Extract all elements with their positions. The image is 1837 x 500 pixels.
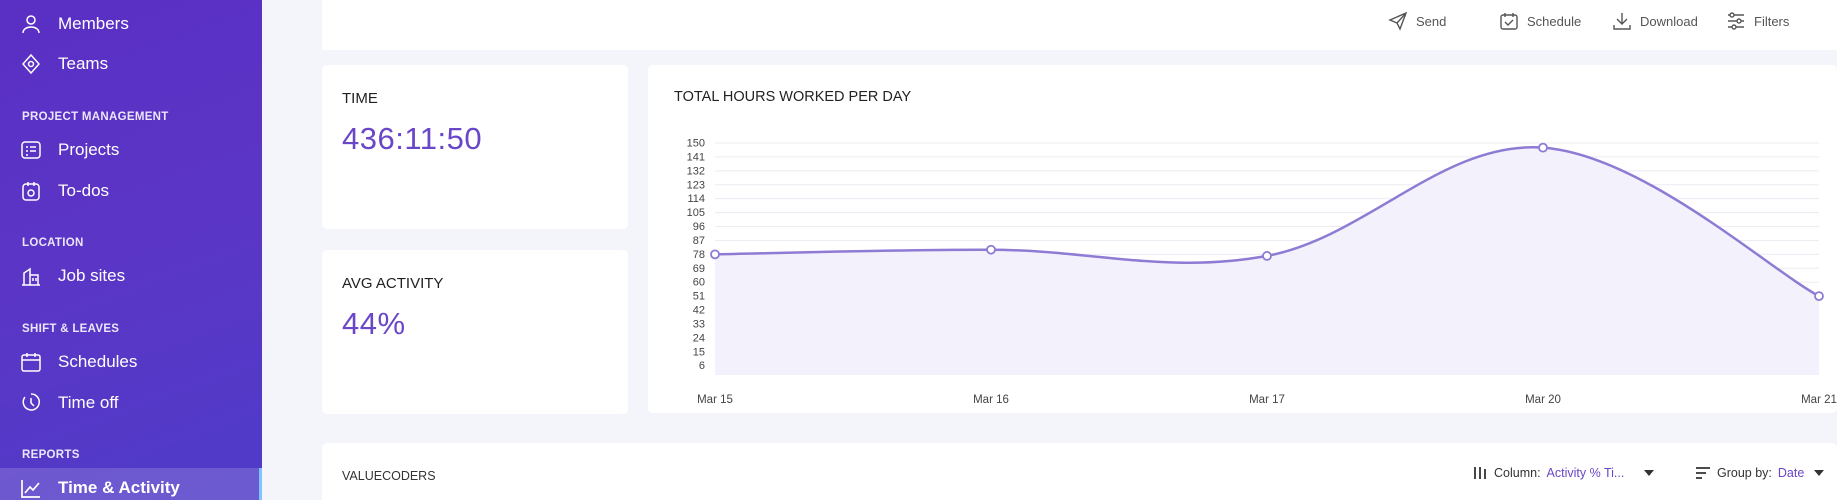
sidebar: Members Teams PROJECT MANAGEMENT Project… [0, 0, 262, 500]
line-chart-icon [20, 477, 42, 499]
sliders-icon [1728, 12, 1744, 30]
sidebar-item-label: Job sites [58, 266, 126, 285]
y-tick-label: 33 [693, 318, 705, 330]
sidebar-item-label: Time off [58, 393, 119, 412]
sidebar-item-label: Teams [58, 54, 109, 73]
time-card: TIME 436:11:50 [322, 65, 628, 229]
calendar-icon [20, 351, 42, 373]
y-tick-label: 6 [699, 360, 705, 372]
data-point [710, 249, 720, 260]
sidebar-item-teams[interactable]: Teams [0, 44, 262, 82]
building-icon [20, 265, 42, 287]
report-card: VALUECODERS Column: Activity % Ti... Gro… [322, 443, 1837, 500]
sidebar-item-label: Schedules [58, 352, 138, 371]
section-title-reports: REPORTS [22, 449, 80, 461]
section-title-shift-leaves: SHIFT & LEAVES [22, 323, 120, 335]
download-label: Download [1640, 13, 1698, 29]
group-by-label: Group by: [1717, 466, 1772, 480]
data-point [1538, 142, 1548, 153]
x-tick-label: Mar 16 [973, 394, 1009, 406]
y-tick-label: 42 [693, 305, 705, 317]
sidebar-item-todos[interactable]: To-dos [0, 171, 262, 209]
calendar-check-icon [1500, 13, 1518, 30]
y-tick-label: 105 [687, 207, 705, 219]
y-tick-label: 15 [693, 346, 705, 358]
filters-button[interactable]: Filters [1726, 10, 1789, 32]
send-label: Send [1416, 13, 1447, 29]
schedule-label: Schedule [1527, 13, 1582, 29]
sort-lines-icon [1696, 467, 1710, 479]
person-icon [20, 13, 42, 35]
hours-line-chart: 150141 132 123 114 105 96 87 78 69 60 51 4233 24 15 6 M… [687, 138, 1837, 407]
sidebar-item-label: To-dos [58, 181, 110, 200]
y-tick-label: 87 [693, 235, 705, 247]
data-point [986, 244, 996, 255]
y-tick-label: 60 [693, 277, 705, 289]
data-point [1262, 251, 1272, 261]
x-tick-label: Mar 15 [697, 394, 733, 406]
download-icon [1613, 13, 1631, 30]
teams-icon [20, 53, 42, 75]
sidebar-item-label: Time & Activity [58, 478, 180, 497]
y-tick-label: 141 [687, 151, 705, 163]
x-tick-label: Mar 20 [1525, 394, 1561, 406]
section-title-project-management: PROJECT MANAGEMENT [22, 111, 169, 123]
schedule-button[interactable]: Schedule [1499, 10, 1581, 32]
column-select[interactable]: Column: Activity % Ti... [1472, 465, 1655, 481]
area-fill [715, 147, 1819, 375]
activity-card: AVG ACTIVITY 44% [322, 250, 628, 414]
y-tick-label: 69 [693, 263, 705, 275]
y-tick-label: 51 [693, 291, 705, 303]
hours-chart-card: TOTAL HOURS WORKED PER DAY 150 141 132 123 1… [648, 65, 1837, 413]
column-value: Activity % Ti... [1546, 466, 1625, 480]
sidebar-item-time-off[interactable]: Time off [0, 383, 262, 421]
x-tick-label: Mar 17 [1249, 394, 1285, 406]
time-title: TIME [342, 90, 378, 107]
sidebar-item-label: Projects [58, 140, 120, 159]
todo-icon [20, 180, 42, 202]
toolbar: Send Schedule Download Filters [322, 0, 1837, 50]
data-point [1814, 291, 1824, 302]
clock-icon [20, 392, 42, 414]
y-tick-label: 114 [687, 193, 705, 205]
column-label: Column: [1494, 466, 1541, 480]
download-button[interactable]: Download [1612, 10, 1698, 32]
sidebar-item-job-sites[interactable]: Job sites [0, 256, 262, 294]
filters-label: Filters [1754, 13, 1790, 29]
x-tick-label: Mar 21 [1801, 394, 1837, 406]
y-tick-label: 96 [693, 221, 705, 233]
sidebar-item-members[interactable]: Members [0, 4, 262, 42]
report-title: VALUECODERS [342, 469, 436, 483]
group-by-value: Date [1777, 466, 1805, 480]
y-tick-label: 78 [693, 249, 705, 261]
columns-icon [1474, 467, 1486, 479]
y-tick-label: 132 [687, 165, 705, 177]
group-by-select[interactable]: Group by: Date [1695, 465, 1825, 481]
chevron-down-icon [1814, 470, 1825, 476]
send-icon [1388, 11, 1408, 31]
sidebar-item-projects[interactable]: Projects [0, 130, 262, 168]
sidebar-item-schedules[interactable]: Schedules [0, 342, 262, 380]
projects-icon [20, 139, 42, 161]
activity-title: AVG ACTIVITY [342, 275, 444, 292]
sidebar-item-label: Members [58, 14, 129, 33]
sidebar-item-time-activity[interactable]: Time & Activity [0, 468, 262, 500]
chevron-down-icon [1644, 470, 1655, 476]
y-tick-label: 123 [687, 179, 705, 191]
section-title-location: LOCATION [22, 237, 84, 249]
send-button[interactable]: Send [1388, 10, 1446, 32]
y-tick-label: 150 [687, 138, 705, 150]
time-value: 436:11:50 [342, 121, 483, 156]
activity-value: 44% [342, 306, 406, 341]
y-tick-label: 24 [693, 332, 705, 344]
